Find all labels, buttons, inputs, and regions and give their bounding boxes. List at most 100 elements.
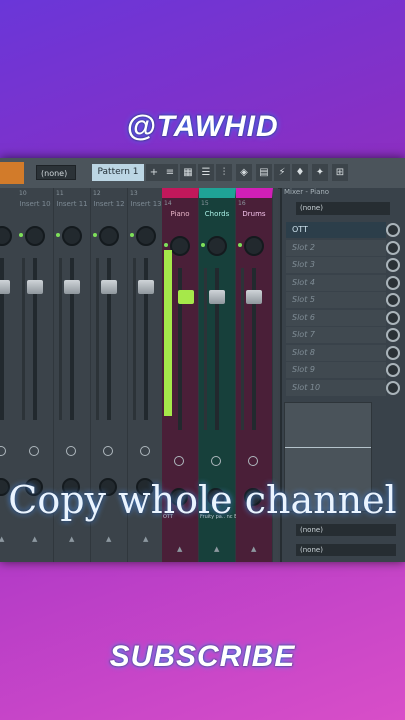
- send-knob[interactable]: [29, 446, 39, 456]
- slot-mix-knob[interactable]: [386, 275, 400, 290]
- route-arrow-icon[interactable]: ▲: [69, 535, 74, 543]
- slot-mix-knob[interactable]: [386, 223, 400, 237]
- slot-mix-knob[interactable]: [386, 363, 400, 377]
- panel-preset-select[interactable]: (none): [296, 202, 390, 215]
- caption-text: Copy whole channel: [8, 478, 397, 522]
- strip-label: Insert 11: [56, 200, 88, 208]
- channel-rack-icon[interactable]: ☰: [198, 164, 214, 181]
- level-meter: [164, 250, 172, 416]
- slot-mix-knob[interactable]: [386, 258, 400, 272]
- volume-fader[interactable]: [64, 280, 80, 294]
- add-pattern-button[interactable]: +: [146, 164, 162, 181]
- effect-slot[interactable]: Slot 4: [286, 274, 386, 291]
- piano-roll-icon[interactable]: ▦: [180, 164, 196, 181]
- active-led[interactable]: [201, 243, 205, 247]
- strip-number: 13: [130, 190, 138, 197]
- send-knob[interactable]: [66, 446, 76, 456]
- volume-fader[interactable]: [209, 290, 225, 304]
- preset-select[interactable]: (none): [36, 165, 76, 180]
- strip-number: 12: [93, 190, 101, 197]
- level-meter: [59, 258, 62, 420]
- pattern-selector[interactable]: Pattern 1: [92, 164, 144, 181]
- volume-fader[interactable]: [27, 280, 43, 294]
- active-led[interactable]: [19, 233, 23, 237]
- active-led[interactable]: [238, 243, 242, 247]
- level-meter: [204, 268, 207, 430]
- route-arrow-icon[interactable]: ▲: [32, 535, 37, 543]
- volume-knob[interactable]: [62, 226, 82, 246]
- strip-label: Chords: [204, 210, 230, 218]
- strip-number: 14: [164, 200, 172, 207]
- route-arrow-icon[interactable]: ▲: [214, 545, 219, 553]
- send-knob[interactable]: [211, 456, 221, 466]
- effect-slot[interactable]: Slot 6: [286, 309, 386, 326]
- tools-icon[interactable]: ✦: [312, 164, 328, 181]
- plugin-icon[interactable]: ⚡: [274, 164, 290, 181]
- volume-knob[interactable]: [99, 226, 119, 246]
- bottom-preset-select-2[interactable]: (none): [296, 544, 396, 556]
- slot-mix-knob[interactable]: [386, 310, 400, 325]
- effect-slot[interactable]: Slot 3: [286, 257, 386, 273]
- volume-knob[interactable]: [170, 236, 190, 256]
- effect-slot[interactable]: Slot 8: [286, 344, 386, 361]
- browser-icon[interactable]: ▤: [256, 164, 272, 181]
- slot-mix-knob[interactable]: [386, 240, 400, 255]
- strip-label: Insert 12: [93, 200, 125, 208]
- strip-label: Insert 10: [19, 200, 51, 208]
- strip-label: Insert 13: [130, 200, 162, 208]
- active-led[interactable]: [56, 233, 60, 237]
- effect-slot[interactable]: Slot 10: [286, 379, 386, 396]
- playlist-icon[interactable]: ≡: [162, 164, 178, 181]
- effect-slot[interactable]: Slot 5: [286, 292, 386, 308]
- panel-title: Mixer - Piano: [284, 188, 330, 196]
- volume-knob[interactable]: [244, 236, 264, 256]
- slot-mix-knob[interactable]: [386, 380, 400, 395]
- volume-fader[interactable]: [138, 280, 154, 294]
- volume-knob[interactable]: [136, 226, 156, 246]
- volume-knob[interactable]: [0, 226, 12, 246]
- bottom-preset-select-1[interactable]: (none): [296, 524, 396, 536]
- route-arrow-icon[interactable]: ▲: [0, 535, 4, 543]
- strip-label: Piano: [170, 210, 190, 218]
- volume-fader[interactable]: [246, 290, 262, 304]
- cart-icon[interactable]: ⊞: [332, 164, 348, 181]
- send-knob[interactable]: [174, 456, 184, 466]
- route-arrow-icon[interactable]: ▲: [177, 545, 182, 553]
- route-arrow-icon[interactable]: ▲: [251, 545, 256, 553]
- level-meter: [22, 258, 25, 420]
- toolbar: (none) Pattern 1 + ≡ ▦ ☰ ⫶ ◈ ▤ ⚡ ♦ ✦ ⊞: [0, 158, 405, 189]
- slot-mix-knob[interactable]: [386, 293, 400, 307]
- volume-fader[interactable]: [0, 280, 10, 294]
- effect-slot[interactable]: Slot 7: [286, 327, 386, 343]
- strip-number: 11: [56, 190, 64, 197]
- active-led[interactable]: [130, 233, 134, 237]
- channel-icon[interactable]: ◈: [236, 164, 252, 181]
- active-led[interactable]: [164, 243, 168, 247]
- strip-number: 16: [238, 200, 246, 207]
- level-meter: [241, 268, 244, 430]
- strip-label: Drums: [242, 210, 266, 218]
- route-arrow-icon[interactable]: ▲: [106, 535, 111, 543]
- menu-icon[interactable]: [0, 162, 24, 184]
- volume-knob[interactable]: [25, 226, 45, 246]
- active-led[interactable]: [93, 233, 97, 237]
- route-arrow-icon[interactable]: ▲: [143, 535, 148, 543]
- handle-text: @TAWHID: [126, 110, 279, 143]
- slot-mix-knob[interactable]: [386, 345, 400, 360]
- send-knob[interactable]: [248, 456, 258, 466]
- effect-slot[interactable]: Slot 2: [286, 239, 386, 256]
- strip-number: 15: [201, 200, 209, 207]
- slot-mix-knob[interactable]: [386, 328, 400, 342]
- level-meter: [96, 258, 99, 420]
- volume-fader[interactable]: [101, 280, 117, 294]
- mixer-icon[interactable]: ⫶: [216, 164, 232, 181]
- effect-slot[interactable]: Slot 9: [286, 362, 386, 378]
- volume-knob[interactable]: [207, 236, 227, 256]
- send-knob[interactable]: [140, 446, 150, 456]
- send-knob[interactable]: [103, 446, 113, 456]
- effect-slot[interactable]: OTT: [286, 222, 386, 238]
- send-knob[interactable]: [0, 446, 6, 456]
- volume-fader[interactable]: [178, 290, 194, 304]
- level-meter: [133, 258, 136, 420]
- mic-icon[interactable]: ♦: [292, 164, 308, 181]
